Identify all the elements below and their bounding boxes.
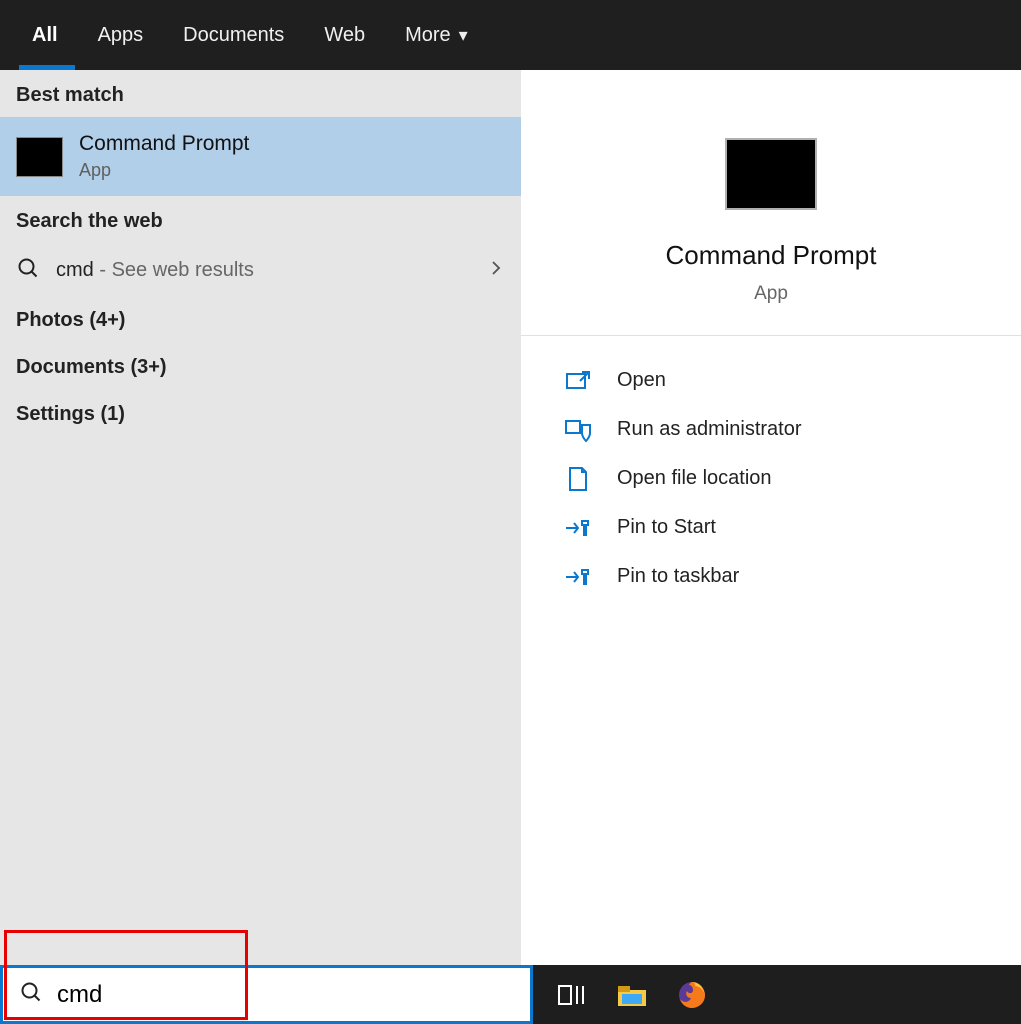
result-subtitle: App xyxy=(79,160,249,181)
category-documents[interactable]: Documents (3+) xyxy=(0,344,521,391)
tab-apps[interactable]: Apps xyxy=(78,0,164,70)
preview-subtitle: App xyxy=(754,283,788,305)
action-open-label: Open xyxy=(617,369,666,392)
category-settings[interactable]: Settings (1) xyxy=(0,391,521,438)
task-view-icon[interactable] xyxy=(555,978,589,1012)
result-title: Command Prompt xyxy=(79,132,249,156)
chevron-right-icon xyxy=(487,259,505,282)
action-pin-to-taskbar[interactable]: Pin to taskbar xyxy=(561,552,1021,601)
shield-icon xyxy=(561,417,595,443)
result-command-prompt[interactable]: Command Prompt App xyxy=(0,117,521,196)
action-open[interactable]: Open xyxy=(561,356,1021,405)
search-icon xyxy=(19,980,43,1009)
tab-documents[interactable]: Documents xyxy=(163,0,304,70)
tab-more-label: More xyxy=(405,0,451,70)
results-panel: Best match Command Prompt App Search the… xyxy=(0,70,521,965)
preview-title: Command Prompt xyxy=(666,240,877,271)
tab-more[interactable]: More ▾ xyxy=(385,0,488,70)
action-open-file-location[interactable]: Open file location xyxy=(561,454,1021,503)
action-pin-start-label: Pin to Start xyxy=(617,516,716,539)
file-explorer-icon[interactable] xyxy=(615,978,649,1012)
firefox-icon[interactable] xyxy=(675,978,709,1012)
taskbar xyxy=(0,965,1021,1024)
preview-panel: Command Prompt App Open Run as administr xyxy=(521,70,1021,965)
preview-cmd-icon xyxy=(725,138,817,210)
action-open-loc-label: Open file location xyxy=(617,467,772,490)
web-result-hint: - See web results xyxy=(94,259,254,281)
tab-web[interactable]: Web xyxy=(304,0,385,70)
action-run-admin-label: Run as administrator xyxy=(617,418,802,441)
pin-start-icon xyxy=(561,517,595,539)
open-icon xyxy=(561,370,595,392)
cmd-icon xyxy=(16,137,63,177)
web-result-cmd[interactable]: cmd - See web results xyxy=(0,243,521,297)
chevron-down-icon: ▾ xyxy=(459,0,468,70)
search-filter-tabs: All Apps Documents Web More ▾ xyxy=(0,0,1021,70)
section-search-web: Search the web xyxy=(0,196,521,243)
taskbar-search[interactable] xyxy=(0,965,533,1024)
action-pin-to-start[interactable]: Pin to Start xyxy=(561,503,1021,552)
folder-icon xyxy=(561,466,595,492)
search-icon xyxy=(16,256,40,285)
category-photos[interactable]: Photos (4+) xyxy=(0,297,521,344)
pin-taskbar-icon xyxy=(561,566,595,588)
tab-all[interactable]: All xyxy=(12,0,78,70)
action-pin-taskbar-label: Pin to taskbar xyxy=(617,565,739,588)
search-input[interactable] xyxy=(57,981,514,1009)
web-result-query: cmd xyxy=(56,259,94,281)
section-best-match: Best match xyxy=(0,70,521,117)
action-run-as-admin[interactable]: Run as administrator xyxy=(561,405,1021,454)
